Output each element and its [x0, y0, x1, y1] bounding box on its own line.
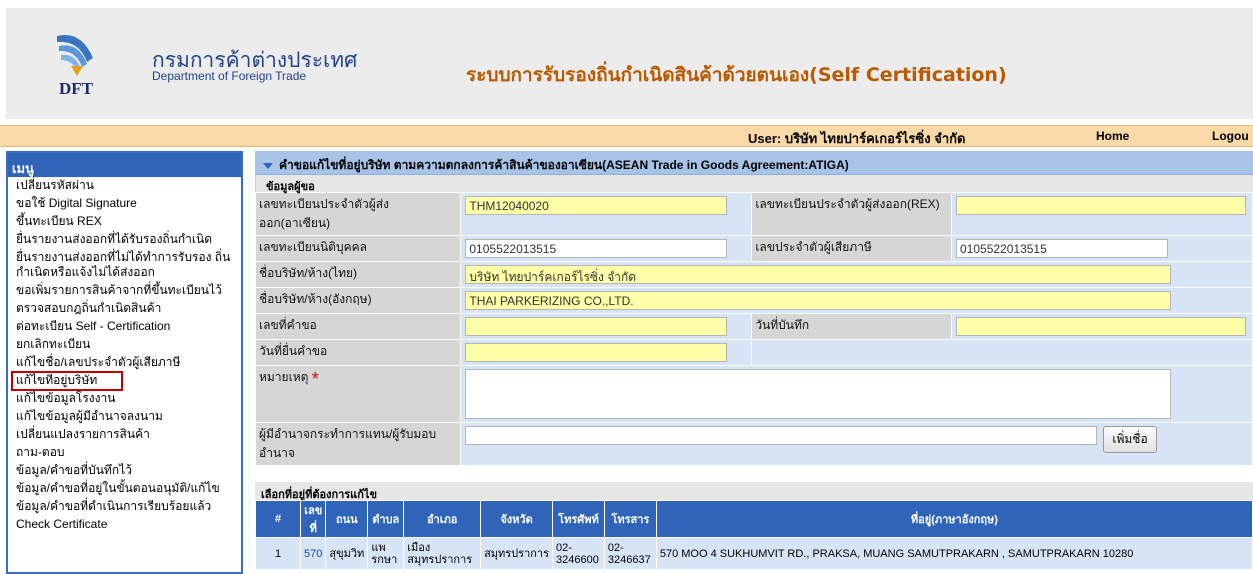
- menu-item-edit-name-tax-id[interactable]: แก้ไขชื่อ/เลขประจำตัวผู้เสียภาษี: [8, 354, 241, 372]
- menu-item-change-password[interactable]: เปลี่ยนรหัสผ่าน: [8, 177, 241, 195]
- menu-item-register-rex[interactable]: ขึ้นทะเบียน REX: [8, 213, 241, 231]
- menu-item-check-origin-rules[interactable]: ตรวจสอบกฎถิ่นกำเนิดสินค้า: [8, 300, 241, 318]
- submit-date-label: วันที่ยื่นคำขอ: [254, 339, 462, 366]
- user-label: User: บริษัท ไทยปาร์คเกอร์ไรซิ่ง จำกัด: [748, 131, 966, 146]
- menu-item-saved-requests[interactable]: ข้อมูล/คำขอที่บันทึกไว้: [8, 462, 241, 480]
- exporter-id-field[interactable]: THM12040020: [465, 196, 728, 215]
- main-content: คำขอแก้ไขที่อยู่บริษัท ตามความตกลงการค้า…: [254, 151, 1253, 574]
- row-subdistrict: แพรกษา: [367, 537, 405, 570]
- juristic-id-field[interactable]: 0105522013515: [465, 239, 728, 258]
- request-no-field[interactable]: [465, 317, 728, 336]
- company-en-field[interactable]: THAI PARKERIZING CO.,LTD.: [465, 291, 1172, 310]
- add-name-button[interactable]: เพิ่มชื่อ: [1103, 426, 1157, 453]
- dft-logo-icon: DFT: [57, 34, 94, 98]
- menu-item-edit-company-address[interactable]: แก้ไขที่อยู่บริษัท: [11, 371, 123, 391]
- form-title-text: คำขอแก้ไขที่อยู่บริษัท ตามความตกลงการค้า…: [279, 158, 849, 172]
- menu-item-faq[interactable]: ถาม-ตอบ: [8, 444, 241, 462]
- exporter-id-label: เลขทะเบียนประจำตัวผู้ส่งออก(อาเซียน): [254, 192, 462, 236]
- menu-item-completed-requests[interactable]: ข้อมูล/คำขอที่ดำเนินการเรียบร้อยแล้ว: [8, 498, 241, 516]
- row-province: สมุทรปราการ: [480, 537, 553, 570]
- juristic-id-label: เลขทะเบียนนิติบุคคล: [254, 235, 462, 262]
- rex-id-field[interactable]: [956, 196, 1246, 215]
- tax-id-field[interactable]: 0105522013515: [956, 239, 1168, 258]
- sidebar-menu: เมนู เปลี่ยนรหัสผ่าน ขอใช้ Digital Signa…: [6, 151, 243, 574]
- delegate-label: ผู้มีอำนาจกระทำการแทน/ผู้รับมอบอำนาจ: [254, 422, 462, 466]
- request-no-label: เลขที่คำขอ: [254, 313, 462, 340]
- menu-item-check-certificate[interactable]: Check Certificate: [8, 516, 241, 534]
- row-index: 1: [254, 537, 302, 570]
- address-section-title: เลือกที่อยู่ที่ต้องการแก้ไข: [255, 482, 1253, 501]
- rex-id-label: เลขทะเบียนประจำตัวผู้ส่งออก(REX): [751, 192, 952, 236]
- col-index: #: [254, 500, 302, 538]
- system-title: ระบบการรับรองถิ่นกำเนิดสินค้าด้วยตนเอง(S…: [466, 64, 1007, 86]
- menu-item-edit-signatory[interactable]: แก้ไขข้อมูลผู้มีอำนาจลงนาม: [8, 408, 241, 426]
- menu-item-digital-signature[interactable]: ขอใช้ Digital Signature: [8, 195, 241, 213]
- row-address-en: 570 MOO 4 SUKHUMVIT RD., PRAKSA, MUANG S…: [655, 537, 1253, 570]
- menu-item-renew-registration[interactable]: ต่อทะเบียน Self - Certification: [8, 318, 241, 336]
- page: DFT กรมการค้าต่างประเทศ Department of Fo…: [0, 0, 1253, 574]
- caret-down-icon: [263, 163, 273, 169]
- remark-label: หมายเหตุ: [259, 370, 309, 384]
- menu-item-cancel-registration[interactable]: ยกเลิกทะเบียน: [8, 336, 241, 354]
- company-th-field[interactable]: บริษัท ไทยปาร์คเกอร์ไรซิ่ง จำกัด: [465, 265, 1172, 284]
- address-table-header: # เลขที่ ถนน ตำบล อำเภอ จังหวัด โทรศัพท์…: [254, 500, 1253, 538]
- applicant-section-title: ข้อมูลผู้ขอ: [255, 175, 1253, 193]
- menu-item-export-report-uncertified[interactable]: ยื่นรายงานส่งออกที่ไม่ได้ทำการรับรอง ถิ่…: [8, 249, 241, 282]
- col-fax: โทรสาร: [603, 500, 657, 538]
- applicant-form: เลขทะเบียนประจำตัวผู้ส่งออก(อาเซียน) THM…: [254, 192, 1253, 466]
- col-road: ถนน: [325, 500, 369, 538]
- logo-text: DFT: [59, 79, 94, 98]
- remark-textarea[interactable]: [465, 369, 1172, 419]
- company-en-label: ชื่อบริษัท/ห้าง(อังกฤษ): [254, 287, 462, 314]
- col-address-en: ที่อยู่(ภาษาอังกฤษ): [655, 500, 1253, 538]
- menu-title: เมนู: [8, 153, 241, 177]
- row-phone: 02-3246600: [552, 537, 605, 570]
- col-province: จังหวัด: [480, 500, 553, 538]
- menu-item-add-products[interactable]: ขอเพิ่มรายการสินค้าจากที่ขึ้นทะเบียนไว้: [8, 282, 241, 300]
- menu-list: เปลี่ยนรหัสผ่าน ขอใช้ Digital Signature …: [8, 177, 241, 534]
- record-date-label: วันที่บันทึก: [751, 313, 952, 340]
- menu-item-change-products[interactable]: เปลี่ยนแปลงรายการสินค้า: [8, 426, 241, 444]
- menu-item-pending-requests[interactable]: ข้อมูล/คำขอที่อยู่ในขั้นตอนอนุมัติ/แก้ไข: [8, 480, 241, 498]
- menu-item-edit-factory[interactable]: แก้ไขข้อมูลโรงงาน: [8, 390, 241, 408]
- table-row[interactable]: 1 570 สุขุมวิท แพรกษา เมืองสมุทรปราการ ส…: [254, 537, 1253, 570]
- header-banner: DFT กรมการค้าต่างประเทศ Department of Fo…: [6, 8, 1253, 119]
- col-district: อำเภอ: [403, 500, 482, 538]
- company-th-label: ชื่อบริษัท/ห้าง(ไทย): [254, 261, 462, 288]
- record-date-field[interactable]: [956, 317, 1246, 336]
- col-subdistrict: ตำบล: [367, 500, 405, 538]
- menu-item-export-report-certified[interactable]: ยื่นรายงานส่งออกที่ได้รับรองถิ่นกำเนิด: [8, 231, 241, 249]
- row-house-no-link[interactable]: 570: [300, 537, 327, 570]
- row-district: เมืองสมุทรปราการ: [403, 537, 482, 570]
- address-table: # เลขที่ ถนน ตำบล อำเภอ จังหวัด โทรศัพท์…: [254, 500, 1253, 570]
- department-name-en: Department of Foreign Trade: [152, 69, 307, 83]
- submit-date-field[interactable]: [465, 343, 728, 362]
- delegate-field[interactable]: [465, 426, 1098, 445]
- user-bar: User: บริษัท ไทยปาร์คเกอร์ไรซิ่ง จำกัด H…: [0, 125, 1253, 147]
- form-title: คำขอแก้ไขที่อยู่บริษัท ตามความตกลงการค้า…: [255, 151, 1253, 175]
- required-asterisk: *: [311, 369, 319, 389]
- home-link[interactable]: Home: [1096, 129, 1129, 143]
- row-fax: 02-3246637: [603, 537, 657, 570]
- col-house-no: เลขที่: [300, 500, 327, 538]
- tax-id-label: เลขประจำตัวผู้เสียภาษี: [751, 235, 952, 262]
- row-road: สุขุมวิท: [325, 537, 369, 570]
- col-phone: โทรศัพท์: [552, 500, 605, 538]
- logout-link[interactable]: Logou: [1212, 129, 1249, 143]
